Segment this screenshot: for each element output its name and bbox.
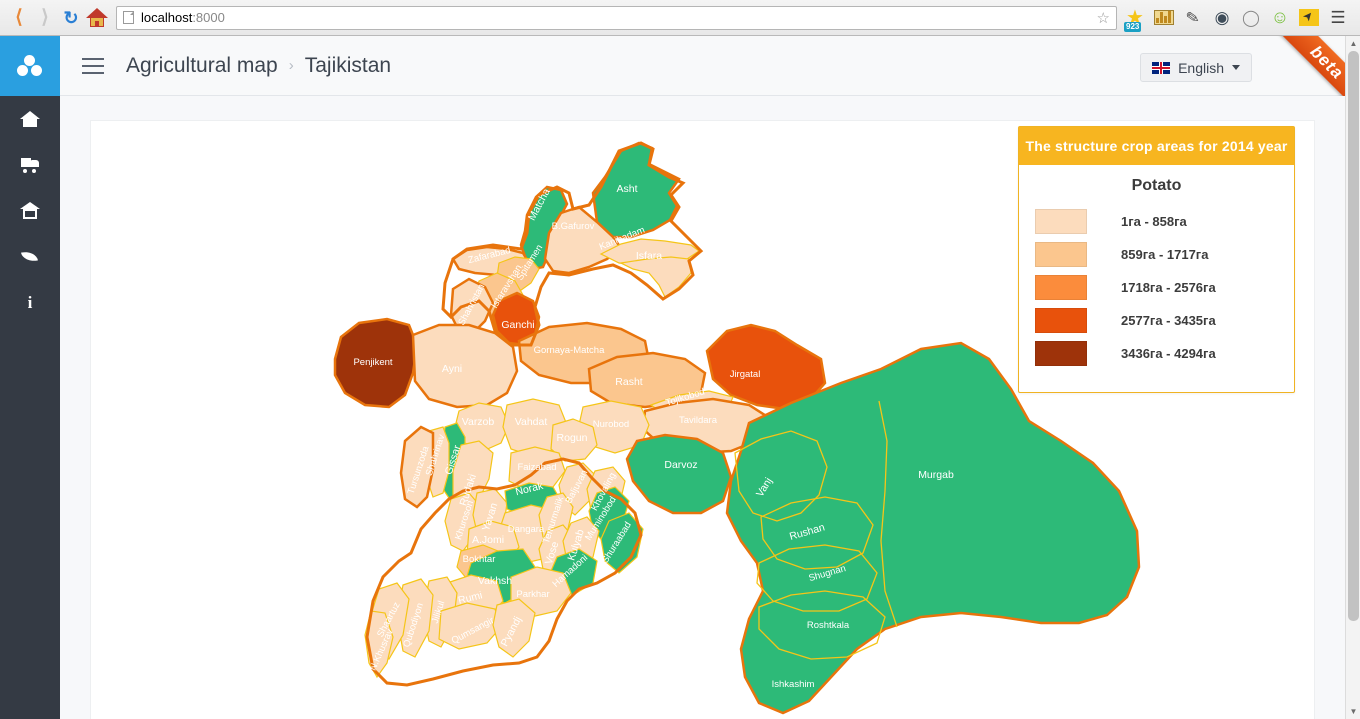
address-bar[interactable]: localhost:8000 ☆ — [116, 5, 1117, 30]
star-outline-icon[interactable]: ☆ — [1097, 9, 1110, 27]
legend-swatch — [1035, 341, 1087, 366]
region-qumsangir[interactable] — [438, 602, 502, 650]
legend-row[interactable]: 859га - 1717га — [1019, 242, 1294, 267]
home-icon — [20, 109, 40, 129]
home-icon[interactable] — [84, 5, 110, 31]
legend-row[interactable]: 1га - 858га — [1019, 209, 1294, 234]
region-pyandj[interactable] — [492, 598, 536, 658]
breadcrumb-root[interactable]: Agricultural map — [126, 54, 278, 78]
back-arrow-icon[interactable]: ⟨ — [6, 5, 32, 31]
url-host: localhost — [141, 10, 193, 25]
legend-swatch — [1035, 242, 1087, 267]
url-text: localhost:8000 — [141, 10, 1097, 25]
legend-range-label: 1718га - 2576га — [1121, 280, 1216, 295]
scrollbar-thumb[interactable] — [1348, 51, 1359, 621]
sidebar-item-info[interactable]: i — [0, 280, 60, 326]
language-selector[interactable]: English — [1140, 53, 1252, 82]
legend-range-label: 859га - 1717га — [1121, 247, 1209, 262]
map-container[interactable]: Asht Matcha B.Gafurov Kanibadam Isfara Zafara… — [91, 121, 1314, 719]
leaf-icon — [20, 247, 40, 267]
legend-range-label: 3436га - 4294га — [1121, 346, 1216, 361]
legend-row[interactable]: 2577га - 3435га — [1019, 308, 1294, 333]
legend-crop-name: Potato — [1131, 177, 1182, 194]
scroll-down-arrow-icon[interactable]: ▼ — [1346, 704, 1360, 719]
region-asht[interactable] — [591, 141, 681, 239]
sidebar-item-crops[interactable] — [0, 234, 60, 280]
info-icon: i — [27, 293, 33, 312]
warehouse-icon — [20, 201, 40, 221]
page-scrollbar[interactable]: ▲ ▼ — [1345, 36, 1360, 719]
breadcrumb-current: Tajikistan — [304, 53, 392, 77]
parenthesis-extension-icon[interactable]: ◯ — [1239, 6, 1263, 30]
hamburger-menu-icon[interactable] — [82, 57, 104, 74]
legend-row[interactable]: 3436га - 4294га — [1019, 341, 1294, 366]
sidebar-item-transport[interactable] — [0, 142, 60, 188]
truck-icon — [20, 155, 40, 175]
region-penjikent[interactable] — [333, 317, 419, 409]
chevron-down-icon — [1232, 65, 1240, 70]
breadcrumb: Agricultural map › Tajikistan — [126, 54, 391, 78]
legend-body: Potato 1га - 858га 859га - 1717га 1718га -… — [1019, 165, 1294, 392]
region-tursunzoda[interactable] — [399, 425, 435, 509]
star-extension-badge: 923 — [1124, 21, 1142, 32]
legend-rows: 1га - 858га 859га - 1717га 1718га - 2576га… — [1019, 209, 1294, 366]
legend-range-label: 2577га - 3435га — [1121, 313, 1216, 328]
browser-toolbar: ⟨ ⟩ ↻ localhost:8000 ☆ ★ 923 ✎ ◉ ◯ ☺ ☰ — [0, 0, 1360, 36]
language-label: English — [1178, 59, 1224, 76]
legend-swatch — [1035, 275, 1087, 300]
smiley-extension-icon[interactable]: ☺ — [1268, 6, 1292, 30]
legend-row[interactable]: 1718га - 2576га — [1019, 275, 1294, 300]
legend-range-label: 1га - 858га — [1121, 214, 1187, 229]
forward-arrow-icon: ⟩ — [41, 7, 49, 28]
content-area: Asht Matcha B.Gafurov Kanibadam Isfara Zafara… — [60, 96, 1345, 719]
eyedropper-extension-icon[interactable]: ✎ — [1181, 6, 1205, 30]
uk-flag-icon — [1152, 61, 1171, 74]
sidebar-item-warehouse[interactable] — [0, 188, 60, 234]
top-header: Agricultural map › Tajikistan English be… — [60, 36, 1360, 114]
application-root: i Agricultural map › Tajikistan English … — [0, 36, 1360, 719]
chart-extension-icon[interactable] — [1152, 6, 1176, 30]
url-port: :8000 — [192, 10, 225, 25]
sidebar: i — [0, 36, 60, 719]
sidebar-item-home[interactable] — [0, 96, 60, 142]
scroll-up-arrow-icon[interactable]: ▲ — [1346, 36, 1360, 51]
map-card: Asht Matcha B.Gafurov Kanibadam Isfara Zafara… — [90, 120, 1315, 719]
star-extension-icon[interactable]: ★ 923 — [1123, 6, 1147, 32]
reload-icon[interactable]: ↻ — [58, 5, 84, 31]
breadcrumb-separator-icon: › — [288, 57, 294, 74]
globe-extension-icon[interactable]: ◉ — [1210, 6, 1234, 30]
cursor-extension-icon[interactable] — [1297, 6, 1321, 30]
browser-menu-icon[interactable]: ☰ — [1326, 6, 1350, 30]
page-document-icon — [123, 11, 134, 24]
map-legend: The structure crop areas for 2014 year P… — [1018, 126, 1295, 393]
cubes-logo-icon[interactable] — [0, 36, 60, 96]
legend-swatch — [1035, 308, 1087, 333]
extension-icon-bar: ★ 923 ✎ ◉ ◯ ☺ ☰ — [1123, 6, 1354, 32]
legend-title: The structure crop areas for 2014 year — [1019, 127, 1294, 165]
legend-swatch — [1035, 209, 1087, 234]
